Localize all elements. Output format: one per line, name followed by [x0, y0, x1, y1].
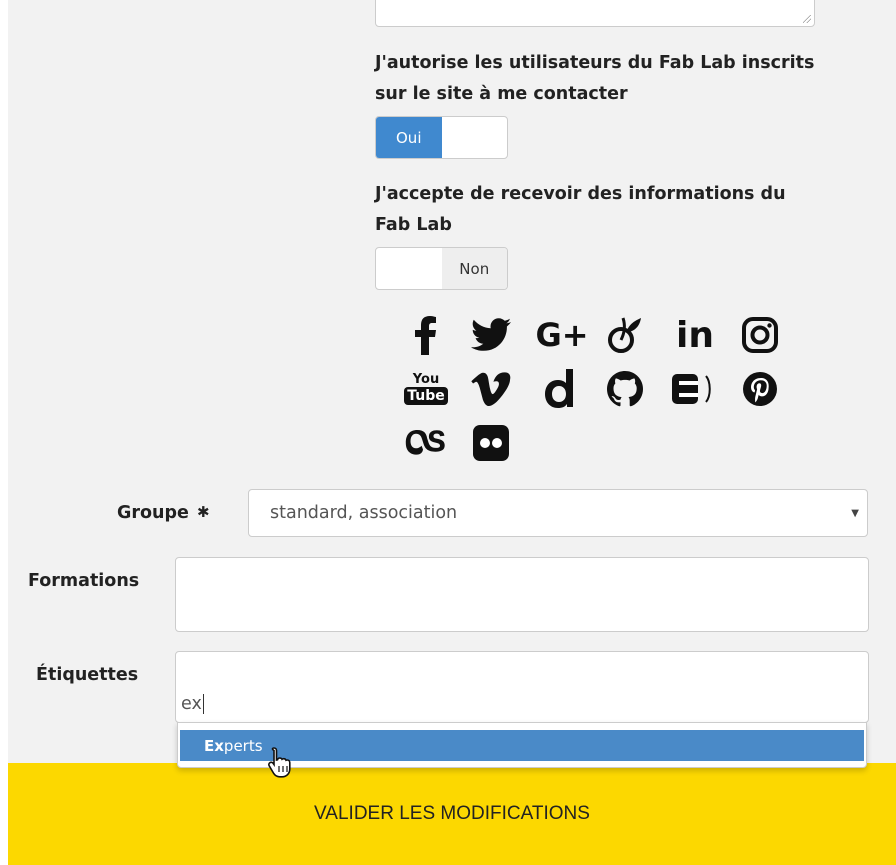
resize-grip-icon[interactable] [803, 15, 811, 23]
toggle-off-label[interactable]: Non [441, 248, 507, 289]
pinterest-icon[interactable] [738, 367, 782, 411]
tags-input[interactable] [175, 651, 869, 723]
youtube-icon[interactable]: You Tube [404, 367, 448, 411]
toggle-on-knob[interactable] [376, 248, 442, 289]
suggestion-rest: perts [223, 736, 263, 755]
trainings-label: Formations [28, 571, 140, 591]
group-label: Groupe ✱ [117, 503, 210, 523]
hand-pointer-icon [266, 746, 296, 782]
instagram-icon[interactable] [738, 313, 782, 357]
youtube-text-top: You [412, 372, 440, 387]
tags-typed-text: ex [181, 694, 204, 714]
contact-consent-line2: sur le site à me contacter [375, 84, 628, 104]
lastfm-icon[interactable] [402, 421, 450, 465]
group-select-value: standard, association [270, 503, 458, 523]
linkedin-icon[interactable]: in [670, 313, 720, 357]
text-cursor [202, 694, 204, 714]
tags-typed-value: ex [181, 694, 202, 714]
newsletter-consent-label: J'accepte de recevoir des informations d… [375, 179, 845, 241]
dailymotion-icon[interactable] [537, 367, 581, 411]
contact-consent-toggle[interactable]: Oui [375, 116, 508, 159]
echosciences-icon[interactable] [668, 367, 718, 411]
newsletter-consent-line2: Fab Lab [375, 215, 452, 235]
github-icon[interactable] [603, 367, 647, 411]
flickr-icon[interactable] [469, 421, 513, 465]
vimeo-icon[interactable] [469, 367, 513, 411]
toggle-on-label[interactable]: Oui [376, 117, 442, 158]
google-plus-text: G+ [535, 316, 589, 354]
trainings-input[interactable] [175, 557, 869, 632]
bio-textarea[interactable] [375, 0, 815, 27]
caret-down-icon: ▼ [851, 508, 859, 519]
twitter-icon[interactable] [469, 313, 513, 357]
newsletter-consent-toggle[interactable]: Non [375, 247, 508, 290]
contact-consent-label: J'autorise les utilisateurs du Fab Lab i… [375, 48, 845, 110]
linkedin-text: in [676, 314, 714, 356]
newsletter-consent-line1: J'accepte de recevoir des informations d… [375, 184, 786, 204]
google-plus-icon[interactable]: G+ [535, 313, 589, 357]
required-asterisk-icon: ✱ [196, 503, 210, 521]
viadeo-icon[interactable] [603, 313, 647, 357]
group-label-text: Groupe [117, 503, 189, 523]
suggestion-match: Ex [204, 736, 224, 755]
submit-button[interactable]: VALIDER LES MODIFICATIONS [8, 763, 896, 865]
toggle-off-knob[interactable] [442, 117, 508, 158]
youtube-text-bottom: Tube [404, 387, 448, 405]
group-select[interactable]: standard, association ▼ [248, 489, 868, 537]
facebook-icon[interactable] [404, 313, 448, 357]
contact-consent-line1: J'autorise les utilisateurs du Fab Lab i… [375, 53, 815, 73]
tags-label: Étiquettes [36, 665, 139, 685]
